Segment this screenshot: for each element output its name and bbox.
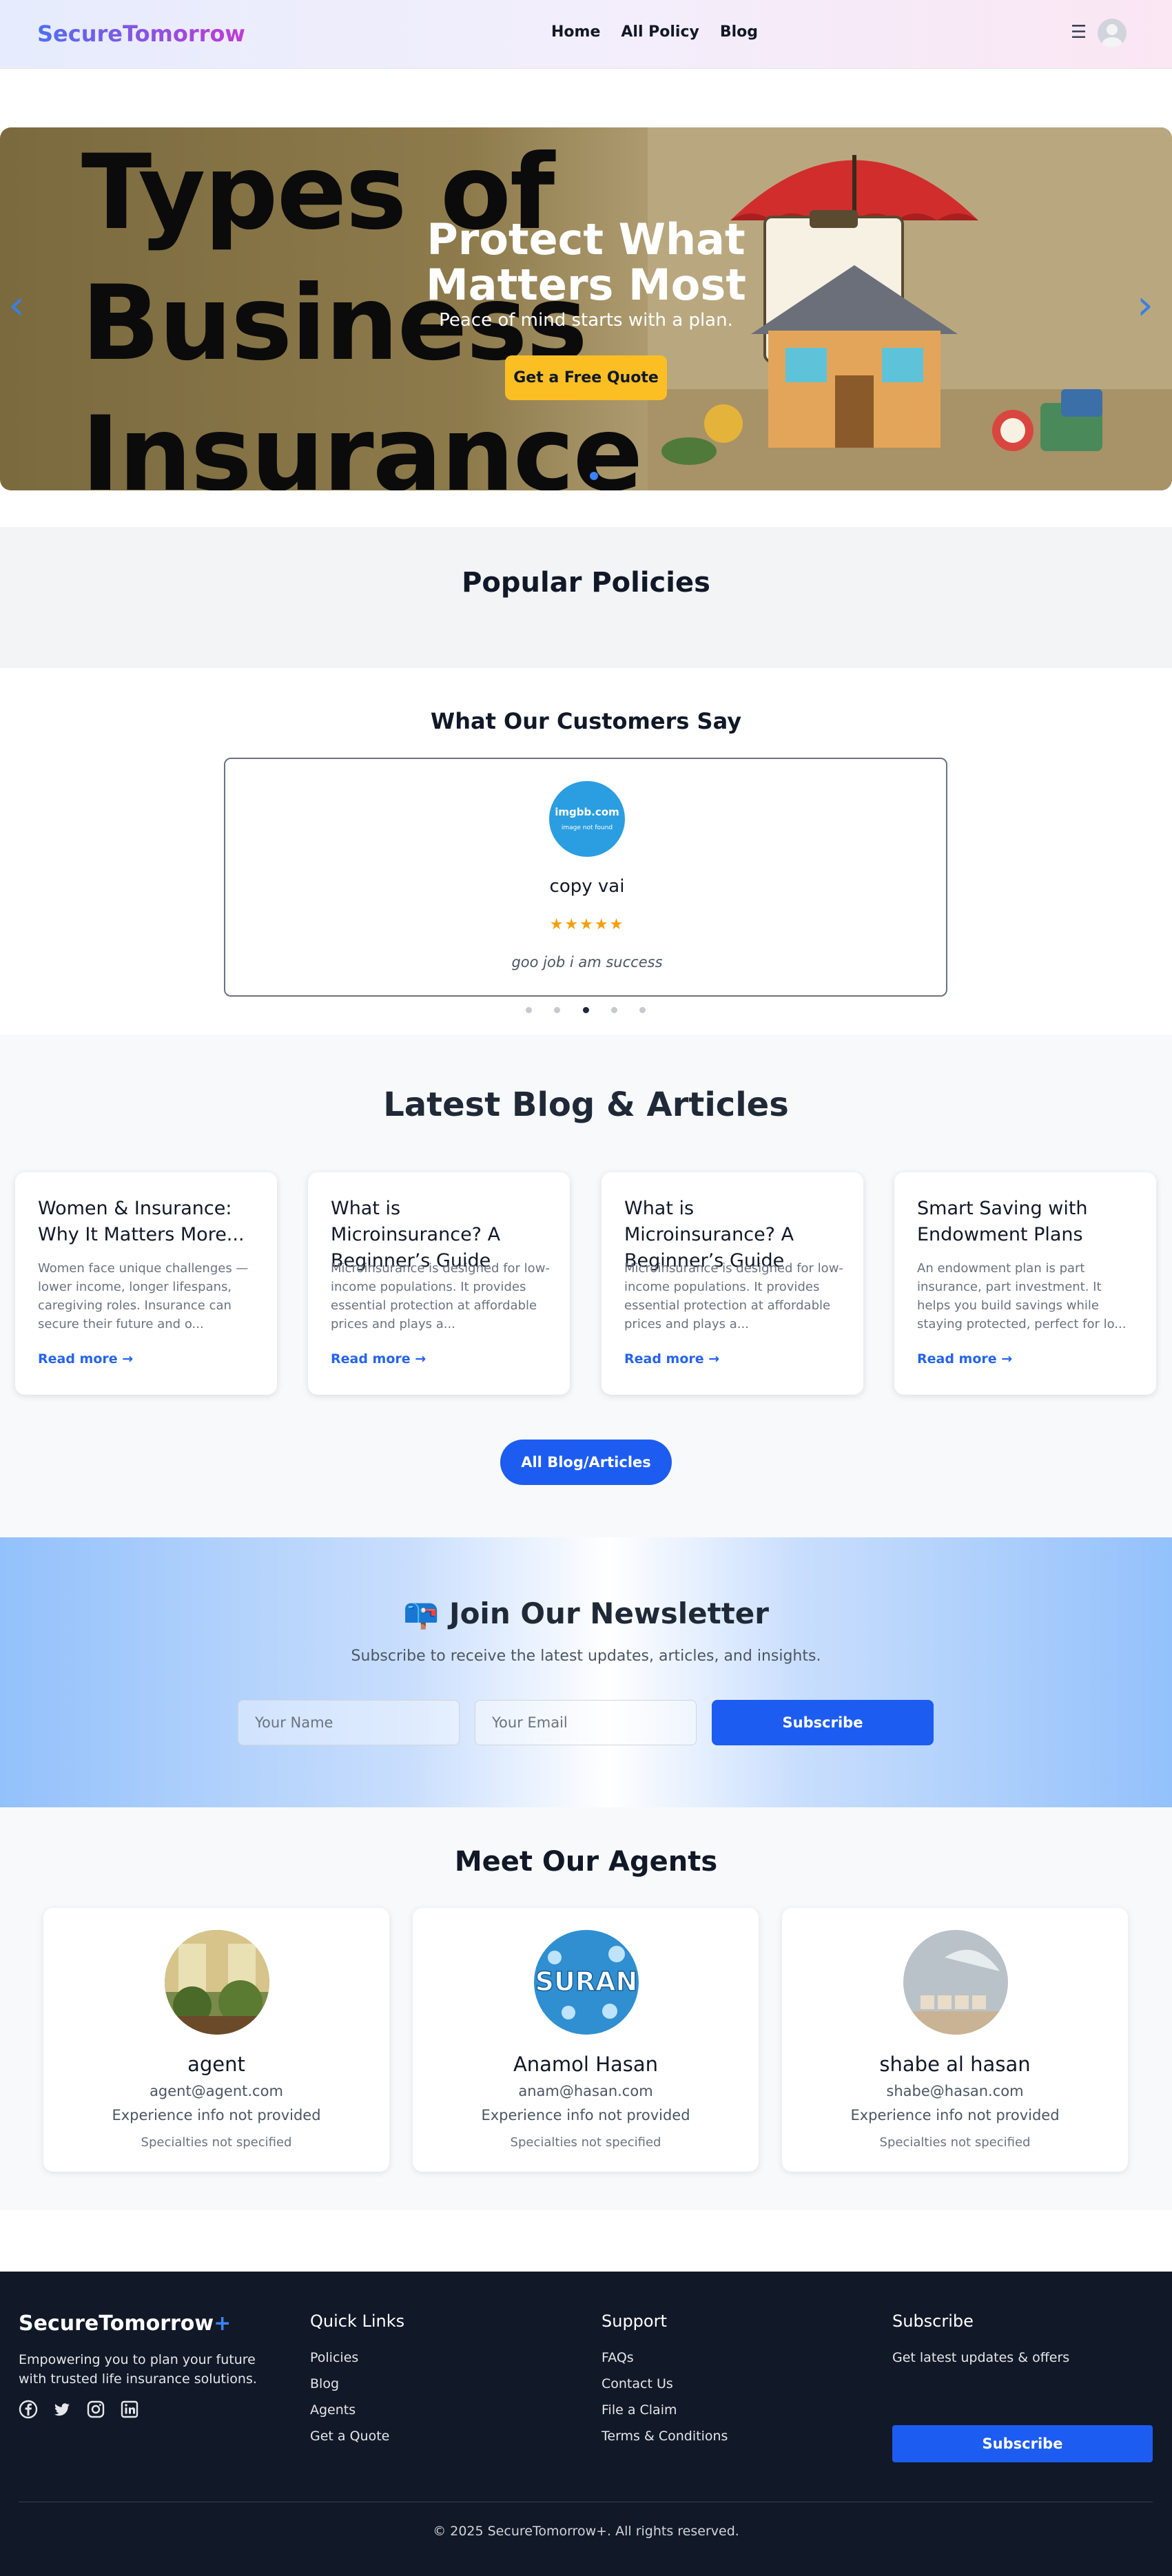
footer-link-terms[interactable]: Terms & Conditions: [602, 2429, 728, 2444]
agent-email: anam@hasan.com: [518, 2083, 653, 2099]
read-more-link[interactable]: Read more →: [331, 1351, 426, 1367]
popular-policies-heading: Popular Policies: [462, 567, 710, 599]
blog-excerpt: An endowment plan is part insurance, par…: [917, 1261, 1127, 1331]
newsletter-subscribe-button[interactable]: Subscribe: [712, 1700, 934, 1745]
agents-heading: Meet Our Agents: [454, 1846, 718, 1878]
popular-policies-section: Popular Policies: [0, 527, 1172, 668]
all-blog-button[interactable]: All Blog/Articles: [500, 1440, 672, 1485]
read-more-link[interactable]: Read more →: [917, 1351, 1012, 1367]
blog-card[interactable]: Women & Insurance: Why It Matters More..…: [15, 1172, 277, 1395]
footer-link-get-quote[interactable]: Get a Quote: [310, 2429, 389, 2444]
agent-photo: SURAN: [534, 1930, 639, 2035]
blog-section: Latest Blog & Articles Women & Insurance…: [0, 1035, 1172, 1537]
blog-heading: Latest Blog & Articles: [383, 1086, 789, 1124]
agent-name: shabe al hasan: [879, 2053, 1031, 2076]
testimonials-heading: What Our Customers Say: [430, 708, 742, 734]
copyright: © 2025 SecureTomorrow+. All rights reser…: [433, 2524, 739, 2539]
newsletter-email-input[interactable]: Your Email: [475, 1700, 697, 1745]
nav-link-home[interactable]: Home: [551, 23, 600, 41]
footer-link-policies[interactable]: Policies: [310, 2350, 358, 2365]
blog-excerpt: Women face unique challenges — lower inc…: [38, 1261, 249, 1331]
read-more-link[interactable]: Read more →: [38, 1351, 133, 1367]
nav-links: Home All Policy Blog: [551, 23, 758, 41]
testimonial-dot[interactable]: [639, 1007, 646, 1013]
hero-carousel: Types of Business Insurance Protect What…: [0, 127, 1172, 490]
navbar: SecureTomorrow Home All Policy Blog ☰: [0, 0, 1172, 69]
testimonial-dot[interactable]: [611, 1007, 617, 1013]
agent-specialties: Specialties not specified: [141, 2135, 292, 2150]
testimonial-dot[interactable]: [554, 1007, 560, 1013]
support-title: Support: [602, 2312, 667, 2331]
agent-experience: Experience info not provided: [112, 2107, 321, 2123]
brand-logo[interactable]: SecureTomorrow: [37, 21, 245, 47]
blog-card[interactable]: Smart Saving with Endowment Plans An end…: [894, 1172, 1156, 1395]
blog-excerpt: Microinsurance is designed for low-incom…: [331, 1261, 550, 1331]
quick-links-title: Quick Links: [310, 2312, 405, 2331]
newsletter-section: 📪 Join Our Newsletter Subscribe to recei…: [0, 1537, 1172, 1807]
testimonial-text: goo job i am success: [511, 954, 663, 970]
footer-link-blog[interactable]: Blog: [310, 2376, 339, 2391]
testimonial-dot-active[interactable]: [583, 1007, 589, 1013]
get-quote-button[interactable]: Get a Free Quote: [505, 355, 667, 400]
newsletter-subtitle: Subscribe to receive the latest updates,…: [351, 1648, 821, 1665]
footer-subscribe-button[interactable]: Subscribe: [892, 2425, 1153, 2462]
agent-experience: Experience info not provided: [481, 2107, 690, 2123]
testimonial-avatar: imgbb.com image not found: [549, 781, 625, 857]
footer-brand[interactable]: SecureTomorrow+: [19, 2312, 231, 2336]
twitter-icon[interactable]: [52, 2400, 72, 2419]
nav-link-all-policy[interactable]: All Policy: [621, 23, 699, 41]
blog-title: Women & Insurance: Why It Matters More..…: [38, 1198, 245, 1245]
blog-card[interactable]: What is Microinsurance? A Beginner’s Gui…: [308, 1172, 570, 1395]
mailbox-icon: 📪: [403, 1597, 440, 1630]
blog-title: Smart Saving with Endowment Plans: [917, 1198, 1088, 1245]
newsletter-name-input[interactable]: Your Name: [238, 1700, 460, 1745]
instagram-icon[interactable]: [86, 2400, 105, 2419]
chevron-left-icon[interactable]: ‹: [8, 284, 25, 326]
blog-excerpt: Microinsurance is designed for low-incom…: [624, 1261, 843, 1331]
footer-description: Empowering you to plan your future with …: [19, 2352, 257, 2387]
agent-card[interactable]: agent agent@agent.com Experience info no…: [43, 1908, 389, 2172]
testimonial-dot[interactable]: [526, 1007, 532, 1013]
svg-text:SURAN: SURAN: [535, 1966, 638, 1997]
footer: SecureTomorrow+ Empowering you to plan y…: [0, 2272, 1172, 2576]
footer-subscribe-text: Get latest updates & offers: [892, 2350, 1070, 2365]
blog-card[interactable]: What is Microinsurance? A Beginner’s Gui…: [602, 1172, 863, 1395]
agent-specialties: Specialties not specified: [879, 2135, 1031, 2150]
hero-subtitle: Peace of mind starts with a plan.: [439, 310, 733, 331]
agent-name: agent: [187, 2053, 245, 2076]
user-avatar-icon[interactable]: [1098, 19, 1127, 48]
footer-link-contact[interactable]: Contact Us: [602, 2376, 673, 2391]
nav-link-blog[interactable]: Blog: [720, 23, 758, 41]
agent-photo: [903, 1930, 1008, 2035]
footer-link-file-claim[interactable]: File a Claim: [602, 2402, 677, 2418]
agent-name: Anamol Hasan: [513, 2053, 659, 2076]
read-more-link[interactable]: Read more →: [624, 1351, 719, 1367]
carousel-dot[interactable]: [590, 472, 598, 480]
star-rating-icon: ★★★★★: [549, 916, 625, 933]
footer-link-faqs[interactable]: FAQs: [602, 2350, 634, 2365]
agent-photo: [165, 1930, 269, 2035]
newsletter-heading: 📪 Join Our Newsletter: [403, 1597, 769, 1630]
agent-email: agent@agent.com: [150, 2083, 283, 2099]
testimonial-card: imgbb.com image not found copy vai ★★★★★…: [224, 758, 947, 997]
agent-card[interactable]: SURAN Anamol Hasan anam@hasan.com Experi…: [413, 1908, 759, 2172]
facebook-icon[interactable]: [19, 2400, 38, 2419]
agent-card[interactable]: shabe al hasan shabe@hasan.com Experienc…: [782, 1908, 1128, 2172]
agent-specialties: Specialties not specified: [510, 2135, 661, 2150]
footer-subscribe-title: Subscribe: [892, 2312, 974, 2331]
agent-email: shabe@hasan.com: [886, 2083, 1024, 2099]
hero-title: Protect What Matters Most: [426, 214, 746, 310]
agents-section: Meet Our Agents agent agent@agent.com Ex…: [0, 1807, 1172, 2210]
chevron-right-icon[interactable]: ›: [1137, 284, 1153, 326]
footer-link-agents[interactable]: Agents: [310, 2402, 356, 2418]
hamburger-icon[interactable]: ☰: [1071, 22, 1087, 43]
linkedin-icon[interactable]: [120, 2400, 139, 2419]
testimonial-name: copy vai: [549, 876, 625, 897]
agent-experience: Experience info not provided: [850, 2107, 1060, 2123]
